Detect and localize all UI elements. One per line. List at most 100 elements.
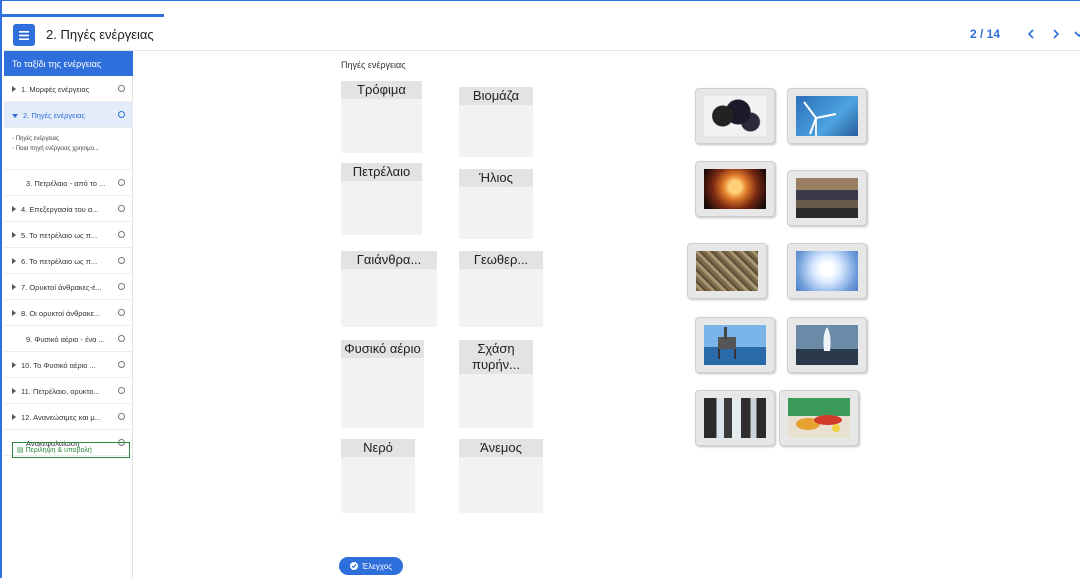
nuclear-explosion-image: [704, 169, 766, 209]
image-tile-biomass[interactable]: [687, 243, 767, 299]
dropzone-wind[interactable]: Άνεμος: [459, 439, 543, 513]
sidebar-item-5[interactable]: 5. Το πετρέλαιο ως π...: [4, 222, 133, 248]
status-circle-icon: [118, 231, 125, 238]
dropzone-label: Γεωθερ...: [459, 251, 543, 269]
triangle-right-icon: [12, 86, 16, 92]
sidebar-item-label: 8. Οι ορυκτοί άνθρακε...: [21, 309, 101, 318]
triangle-right-icon: [12, 310, 16, 316]
sidebar-item-10[interactable]: 10. Το Φυσικό αέριο ...: [4, 352, 133, 378]
page-title: 2. Πηγές ενέργειας: [46, 27, 154, 42]
status-circle-icon: [118, 387, 125, 394]
sidebar-item-11[interactable]: 11. Πετρέλαιο, ορυκτο...: [4, 378, 133, 404]
sidebar-item-8[interactable]: 8. Οι ορυκτοί άνθρακε...: [4, 300, 133, 326]
summary-submit-button[interactable]: ▤ Περίληψη & υποβολή: [12, 442, 130, 458]
dropzone-label: Τρόφιμα: [341, 81, 422, 99]
sidebar-item-label: 7. Ορυκτοί άνθρακες-έ...: [21, 283, 102, 292]
image-tile-coal[interactable]: [695, 88, 775, 144]
status-circle-icon: [118, 205, 125, 212]
dropzone-biomass[interactable]: Βιομάζα: [459, 87, 533, 157]
image-tile-oil-platform[interactable]: [695, 317, 775, 373]
sidebar-item-1[interactable]: 1. Μορφές ενέργειας: [4, 76, 133, 102]
sidebar-item-label: 11. Πετρέλαιο, ορυκτο...: [21, 387, 100, 396]
pipeline-image: [796, 178, 858, 218]
status-circle-icon: [118, 361, 125, 368]
dropzone-oil[interactable]: Πετρέλαιο: [341, 163, 422, 235]
document-icon: ▤: [17, 447, 26, 454]
status-circle-icon: [118, 179, 125, 186]
sidebar-item-label: 6. Το πετρέλαιο ως π...: [21, 257, 98, 266]
status-circle-icon: [118, 335, 125, 342]
header: 2. Πηγές ενέργειας 2 / 14: [2, 17, 1080, 51]
triangle-right-icon: [12, 414, 16, 420]
dropzone-geothermal[interactable]: Γεωθερ...: [459, 251, 543, 327]
dropzone-label: Άνεμος: [459, 439, 543, 457]
dropzone-natural-gas[interactable]: Φυσικό αέριο: [341, 340, 424, 428]
chevron-down-icon: [1074, 31, 1080, 38]
image-tile-geyser[interactable]: [787, 317, 867, 373]
dropzone-food[interactable]: Τρόφιμα: [341, 81, 422, 153]
sidebar-subitem[interactable]: Πηγές ενέργειας: [12, 134, 133, 144]
status-circle-icon: [118, 283, 125, 290]
triangle-right-icon: [12, 258, 16, 264]
sidebar-item-label: 4. Επεξεργασία του α...: [21, 205, 99, 214]
sidebar: Το ταξίδι της ενέργειας 1. Μορφές ενέργε…: [4, 51, 133, 579]
triangle-right-icon: [12, 232, 16, 238]
sidebar-item-label: 12. Ανανεώσιμες και μ...: [21, 413, 101, 422]
image-tile-food[interactable]: [779, 390, 859, 446]
exercise-title: Πηγές ενέργειας: [341, 60, 406, 70]
sidebar-item-label: 10. Το Φυσικό αέριο ...: [21, 361, 96, 370]
sidebar-item-3[interactable]: 3. Πετρέλαιο - από το ...: [4, 170, 133, 196]
image-tile-sun[interactable]: [787, 243, 867, 299]
dropzone-label: Νερό: [341, 439, 415, 457]
chevron-left-icon: [1027, 29, 1034, 39]
sidebar-heading: Το ταξίδι της ενέργειας: [4, 51, 133, 76]
sidebar-item-12[interactable]: 12. Ανανεώσιμες και μ...: [4, 404, 133, 430]
check-label: Έλεγχος: [361, 561, 393, 571]
status-circle-icon: [118, 309, 125, 316]
oil-platform-image: [704, 325, 766, 365]
triangle-right-icon: [12, 388, 16, 394]
next-page-button[interactable]: [1046, 24, 1066, 44]
sidebar-item-label: 2. Πηγές ενέργειας: [23, 111, 86, 120]
status-circle-icon: [118, 413, 125, 420]
sidebar-item-4[interactable]: 4. Επεξεργασία του α...: [4, 196, 133, 222]
sidebar-item-9[interactable]: 9. Φυσικό αέριο - ένα ...: [4, 326, 133, 352]
sidebar-subitems: Πηγές ενέργειας Ποια πηγή ενέργειας χρησ…: [4, 128, 133, 170]
hamburger-icon: [19, 30, 29, 40]
food-image: [788, 398, 850, 438]
dropzone-water[interactable]: Νερό: [341, 439, 415, 513]
dropzone-label: Φυσικό αέριο: [341, 340, 424, 358]
sidebar-item-6[interactable]: 6. Το πετρέλαιο ως π...: [4, 248, 133, 274]
image-tile-waterfall[interactable]: [695, 390, 775, 446]
coal-image: [704, 96, 766, 136]
check-circle-icon: [349, 562, 358, 570]
previous-page-button[interactable]: [1021, 24, 1041, 44]
geyser-image: [796, 325, 858, 365]
triangle-right-icon: [12, 206, 16, 212]
biomass-image: [696, 251, 758, 291]
dropzone-coal[interactable]: Γαιάνθρα...: [341, 251, 437, 327]
image-tile-pipeline[interactable]: [787, 170, 867, 226]
sidebar-subitem[interactable]: Ποια πηγή ενέργειας χρησιμο...: [12, 144, 133, 154]
image-tile-wind[interactable]: [787, 88, 867, 144]
sidebar-item-2[interactable]: 2. Πηγές ενέργειας: [4, 102, 133, 128]
dropzone-label: Πετρέλαιο: [341, 163, 422, 181]
sun-image: [796, 251, 858, 291]
triangle-right-icon: [12, 284, 16, 290]
wind-turbine-image: [796, 96, 858, 136]
expand-button[interactable]: [1069, 24, 1080, 44]
sidebar-item-7[interactable]: 7. Ορυκτοί άνθρακες-έ...: [4, 274, 133, 300]
sidebar-item-label: 5. Το πετρέλαιο ως π...: [21, 231, 98, 240]
dropzone-sun[interactable]: Ήλιος: [459, 169, 533, 239]
dropzone-label: Γαιάνθρα...: [341, 251, 437, 269]
sidebar-item-label: 1. Μορφές ενέργειας: [21, 85, 90, 94]
check-button[interactable]: Έλεγχος: [339, 557, 403, 575]
page-counter: 2 / 14: [970, 27, 1001, 41]
image-tile-explosion[interactable]: [695, 161, 775, 217]
sidebar-item-label: 9. Φυσικό αέριο - ένα ...: [26, 335, 105, 344]
status-circle-icon: [118, 111, 125, 118]
menu-button[interactable]: [13, 24, 35, 46]
triangle-right-icon: [12, 362, 16, 368]
dropzone-nuclear-fission[interactable]: Σχάση πυρήν...: [459, 340, 533, 428]
chevron-right-icon: [1053, 29, 1060, 39]
